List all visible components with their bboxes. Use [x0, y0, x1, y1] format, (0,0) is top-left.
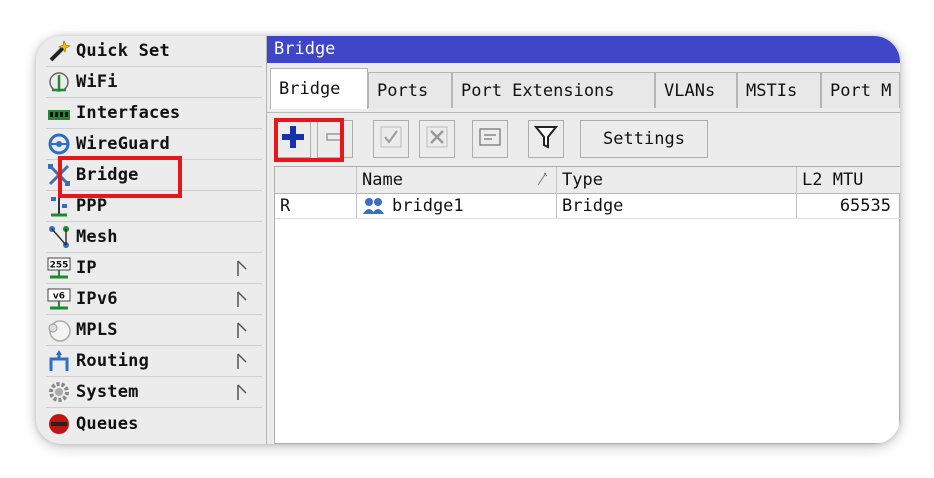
add-button[interactable] [275, 120, 311, 158]
table-row[interactable]: R bridge1 Bridge 65535 [275, 193, 900, 219]
tab-bar: Bridge Ports Port Extensions VLANs MSTIs… [267, 64, 900, 113]
sidebar-item-label: WireGuard [76, 134, 170, 154]
wireguard-icon [46, 131, 72, 157]
sidebar-item-label: System [76, 382, 139, 402]
sidebar-item-label: MPLS [76, 320, 118, 340]
ipv6-icon: v6 [46, 286, 72, 312]
cell-type: Bridge [557, 193, 797, 218]
column-header-name-label: Name [362, 170, 403, 190]
enable-button[interactable] [373, 120, 409, 158]
sidebar-item-interfaces[interactable]: Interfaces [46, 98, 262, 129]
comment-button[interactable] [472, 120, 508, 158]
x-icon [425, 125, 449, 153]
table-header: Name Type L2 MTU [275, 167, 900, 194]
sidebar-item-label: Mesh [76, 227, 118, 247]
sidebar-menu: Quick Set WiFi Interfaces WireGuard Brid [36, 36, 268, 444]
ip-icon: 255 [46, 255, 72, 281]
bridge-window: Bridge Bridge Ports Port Extensions VLAN… [267, 36, 900, 444]
tab-port-m[interactable]: Port M [821, 72, 900, 108]
sidebar-item-system[interactable]: System [46, 377, 262, 408]
sidebar-item-ip[interactable]: 255 IP [46, 253, 262, 284]
check-icon [379, 125, 403, 153]
submenu-arrow-icon [237, 260, 247, 276]
sidebar-item-label: Interfaces [76, 103, 181, 123]
submenu-arrow-icon [237, 291, 247, 307]
queues-icon [46, 411, 72, 437]
cell-flag: R [275, 193, 357, 218]
app-frame: Quick Set WiFi Interfaces WireGuard Brid [36, 36, 900, 444]
submenu-arrow-icon [237, 353, 247, 369]
sidebar-item-label: Routing [76, 351, 150, 371]
svg-text:255: 255 [50, 261, 69, 271]
tab-vlans[interactable]: VLANs [655, 72, 737, 108]
sidebar-item-mpls[interactable]: MPLS [46, 315, 262, 346]
antenna-icon [46, 69, 72, 95]
settings-button[interactable]: Settings [580, 120, 708, 158]
cell-l2-mtu: 65535 [839, 195, 891, 216]
mesh-icon [46, 224, 72, 250]
comment-icon [477, 125, 503, 153]
bridge-table: Name Type L2 MTU R bridge1 Bridge 65535 [274, 166, 900, 444]
sidebar-item-wifi[interactable]: WiFi [46, 67, 262, 98]
sidebar-item-label: IPv6 [76, 289, 118, 309]
cell-name-text: bridge1 [392, 195, 464, 216]
sidebar-item-mesh[interactable]: Mesh [46, 222, 262, 253]
submenu-arrow-icon [237, 384, 247, 400]
sidebar-item-label: Bridge [76, 165, 139, 185]
sidebar-item-bridge[interactable]: Bridge [46, 160, 262, 191]
column-header-l2-mtu[interactable]: L2 MTU [797, 167, 900, 193]
sidebar-item-label: IP [76, 258, 97, 278]
column-header-name[interactable]: Name [357, 167, 557, 193]
sort-indicator-icon [536, 171, 548, 192]
sidebar-item-label: Queues [76, 413, 139, 434]
column-header-flags[interactable] [275, 167, 357, 193]
gear-icon [46, 379, 72, 405]
sidebar-item-ipv6[interactable]: v6 IPv6 [46, 284, 262, 315]
sidebar-item-label: Quick Set [76, 41, 170, 61]
ppp-icon [46, 193, 72, 219]
filter-icon [533, 124, 559, 154]
window-title-bar[interactable]: Bridge [267, 36, 900, 63]
bridge-icon [46, 162, 72, 188]
sidebar-item-wireguard[interactable]: WireGuard [46, 129, 262, 160]
interfaces-icon [46, 100, 72, 126]
sidebar-item-quick-set[interactable]: Quick Set [46, 36, 262, 67]
toolbar: Settings [267, 114, 900, 164]
column-header-type[interactable]: Type [557, 167, 797, 193]
svg-text:v6: v6 [53, 292, 65, 302]
submenu-arrow-icon [237, 322, 247, 338]
tab-mstis[interactable]: MSTIs [737, 72, 821, 108]
sidebar-item-routing[interactable]: Routing [46, 346, 262, 377]
tab-bridge[interactable]: Bridge [270, 68, 368, 109]
bridge-interface-icon [362, 196, 386, 216]
sidebar-item-label: PPP [76, 196, 108, 216]
sidebar-item-queues[interactable]: Queues [46, 408, 262, 439]
disable-button[interactable] [419, 120, 455, 158]
sidebar-item-ppp[interactable]: PPP [46, 191, 262, 222]
filter-button[interactable] [528, 120, 564, 158]
minus-icon [324, 126, 346, 152]
window-title: Bridge [274, 39, 336, 59]
tab-port-extensions[interactable]: Port Extensions [452, 72, 655, 108]
routing-icon [46, 348, 72, 374]
tab-ports[interactable]: Ports [368, 72, 452, 108]
plus-icon [281, 125, 305, 153]
cell-name: bridge1 [357, 193, 557, 218]
wand-icon [46, 38, 72, 64]
mpls-icon [46, 317, 72, 343]
sidebar-item-label: WiFi [76, 72, 118, 92]
remove-button[interactable] [317, 120, 353, 158]
